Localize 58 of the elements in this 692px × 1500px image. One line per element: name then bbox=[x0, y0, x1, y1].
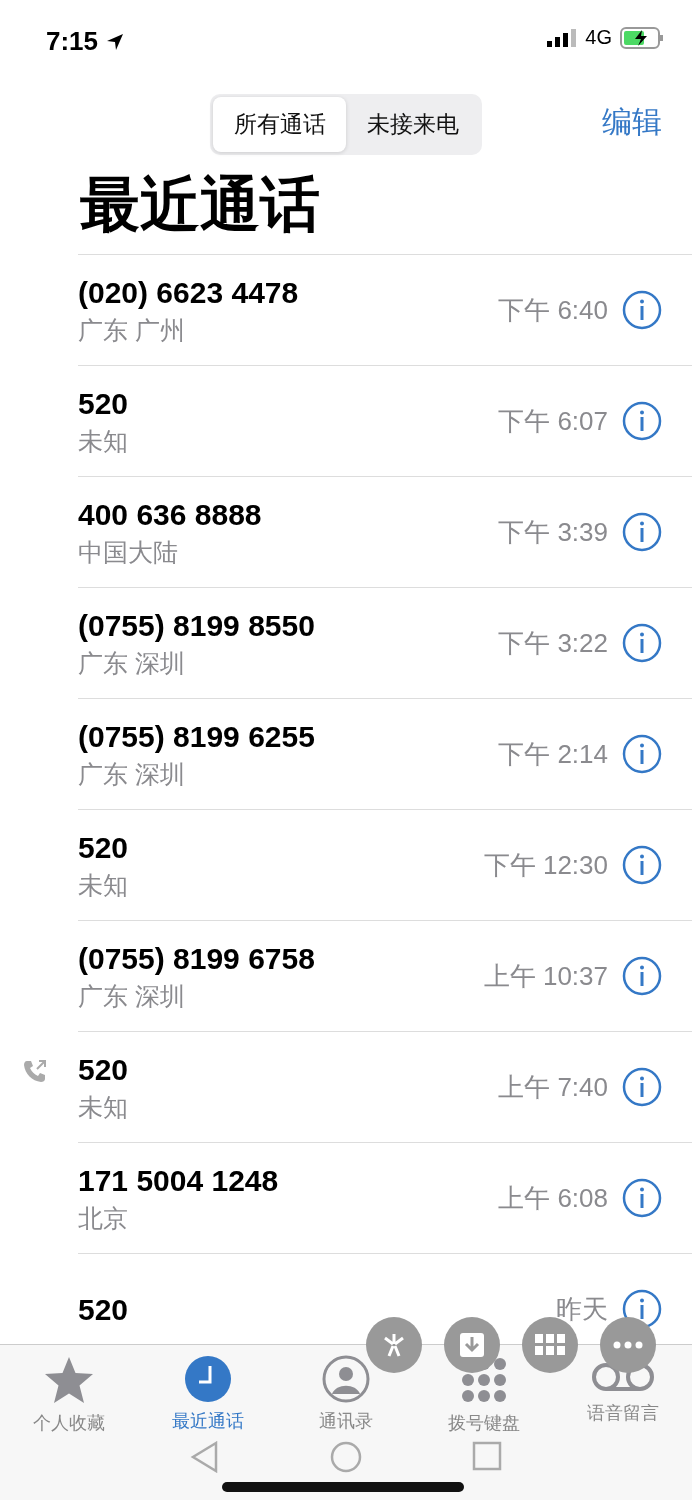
call-location: 未知 bbox=[78, 425, 129, 457]
phone-number: (0755) 8199 6255 bbox=[78, 719, 316, 754]
person-icon bbox=[321, 1355, 370, 1403]
phone-number: 520 bbox=[78, 1052, 130, 1087]
phone-number: 400 636 8888 bbox=[78, 497, 263, 532]
call-location: 中国大陆 bbox=[78, 536, 179, 568]
quick-action-menu[interactable] bbox=[366, 1317, 422, 1373]
quick-action-menu[interactable] bbox=[444, 1317, 500, 1373]
clock-icon bbox=[183, 1355, 232, 1403]
info-icon[interactable] bbox=[622, 1178, 662, 1218]
location-arrow-icon bbox=[106, 32, 125, 51]
call-time: 下午 6:40 bbox=[498, 293, 608, 327]
tab-bar-item[interactable]: 最近通话 bbox=[138, 1355, 277, 1435]
network-label: 4G bbox=[585, 26, 612, 49]
phone-number: 520 bbox=[78, 1293, 130, 1327]
info-icon[interactable] bbox=[622, 512, 662, 552]
segment-tab[interactable]: 未接来电 bbox=[346, 96, 479, 152]
info-icon[interactable] bbox=[622, 956, 662, 996]
more-icon bbox=[613, 1341, 643, 1349]
edit-button[interactable]: 编辑 bbox=[602, 102, 662, 143]
phone-number: 520 bbox=[78, 830, 130, 865]
tab-bar-item[interactable]: 个人收藏 bbox=[0, 1355, 139, 1435]
grid-icon bbox=[535, 1334, 565, 1356]
call-time: 昨天 bbox=[556, 1292, 608, 1326]
info-icon[interactable] bbox=[622, 290, 662, 330]
call-location: 未知 bbox=[78, 869, 129, 901]
download-icon bbox=[458, 1331, 486, 1359]
call-time: 上午 6:08 bbox=[498, 1181, 608, 1215]
info-icon[interactable] bbox=[622, 734, 662, 774]
tab-bar-item[interactable]: 通讯录 bbox=[276, 1355, 415, 1435]
phone-number: (0755) 8199 6758 bbox=[78, 941, 316, 976]
page-title: 最近通话 bbox=[79, 170, 321, 240]
call-location: 广东 深圳 bbox=[78, 647, 186, 679]
phone-number: 171 5004 1248 bbox=[78, 1163, 280, 1198]
call-location: 广东 深圳 bbox=[78, 980, 186, 1012]
tab-bar-item[interactable]: 语音留言 bbox=[553, 1355, 692, 1435]
call-location: 北京 bbox=[78, 1202, 129, 1234]
info-icon[interactable] bbox=[622, 401, 662, 441]
info-icon[interactable] bbox=[622, 845, 662, 885]
call-location: 广东 深圳 bbox=[78, 758, 186, 790]
status-time: 7:15 bbox=[46, 26, 99, 57]
phone-number: 520 bbox=[78, 386, 130, 421]
call-time: 下午 3:39 bbox=[498, 515, 608, 549]
call-time: 上午 10:37 bbox=[483, 959, 608, 993]
call-location: 未知 bbox=[78, 1091, 129, 1123]
call-time: 上午 7:40 bbox=[498, 1070, 608, 1104]
call-time: 下午 3:22 bbox=[498, 626, 608, 660]
info-icon[interactable] bbox=[622, 623, 662, 663]
call-time: 下午 2:14 bbox=[498, 737, 608, 771]
info-icon[interactable] bbox=[622, 1067, 662, 1107]
phone-number: (0755) 8199 8550 bbox=[78, 608, 316, 643]
call-time: 下午 6:07 bbox=[498, 404, 608, 438]
signal-icon bbox=[547, 28, 578, 47]
phone-number: (020) 6623 4478 bbox=[78, 275, 300, 310]
segment-tab[interactable]: 所有通话 bbox=[213, 96, 346, 152]
battery-icon bbox=[620, 26, 664, 49]
call-location: 广东 广州 bbox=[78, 314, 186, 346]
call-time: 下午 12:30 bbox=[483, 848, 608, 882]
